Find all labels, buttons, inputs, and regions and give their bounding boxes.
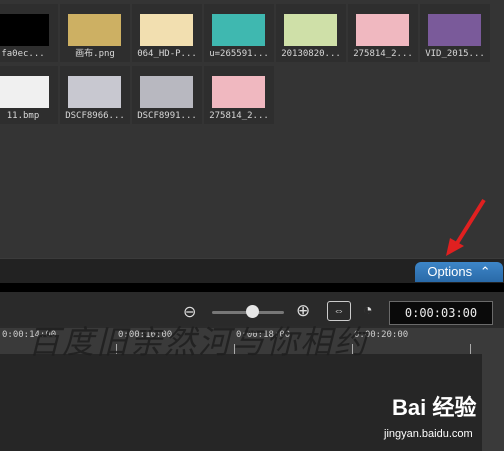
media-thumbnail [284,14,337,46]
media-label: 11.bmp [6,111,40,121]
ruler-mark [470,344,471,354]
media-thumbnail [428,14,481,46]
media-item[interactable]: DSCF8966... [60,66,130,124]
media-thumbnail [356,14,409,46]
media-item[interactable]: 275814_2... [348,4,418,62]
options-button[interactable]: Options ⌃ [415,262,503,282]
baidu-url: jingyan.baidu.com [384,428,473,440]
media-thumbnail [68,76,121,108]
media-label: DSCF8991... [137,111,197,121]
media-label: u=265591... [209,49,269,59]
media-thumbnail [140,14,193,46]
red-arrow-annotation [446,198,486,256]
timeline-scrollbar[interactable] [482,354,504,451]
media-item[interactable]: fa0ec... [0,4,58,62]
media-item[interactable]: 画布.png [60,4,130,62]
media-label: 064_HD-P... [137,49,197,59]
media-item[interactable]: u=265591... [204,4,274,62]
media-item[interactable]: 064_HD-P... [132,4,202,62]
watermark-text: 百度旧亲然河与你相约 [28,324,369,360]
baidu-logo: Bai 经验 [392,395,477,420]
media-item[interactable]: 20130820... [276,4,346,62]
media-thumbnail [0,76,49,108]
chevron-up-icon: ⌃ [479,264,491,279]
media-item[interactable]: 11.bmp [0,66,58,124]
media-thumbnail [68,14,121,46]
media-label: fa0ec... [1,49,45,59]
media-thumbnail [212,14,265,46]
media-item[interactable]: 275814_2... [204,66,274,124]
media-label: 画布.png [75,49,115,59]
media-item[interactable]: DSCF8991... [132,66,202,124]
media-item[interactable]: VID_2015... [420,4,490,62]
timecode-display[interactable]: 0:00:03:00 [389,301,493,325]
media-label: 275814_2... [209,111,269,121]
media-thumbnail [212,76,265,108]
media-label: DSCF8966... [65,111,125,121]
media-label: 275814_2... [353,49,413,59]
options-label: Options [427,264,473,279]
media-label: 20130820... [281,49,341,59]
media-thumbnail [0,14,49,46]
media-thumbnail [140,76,193,108]
media-label: VID_2015... [425,49,485,59]
